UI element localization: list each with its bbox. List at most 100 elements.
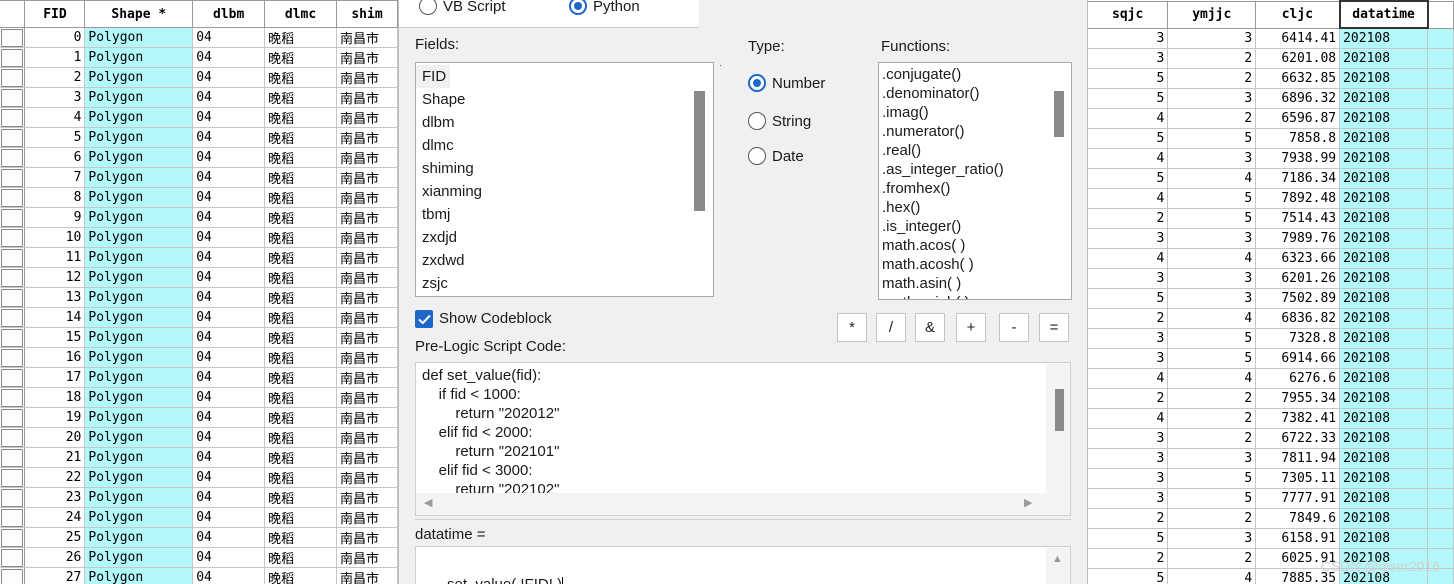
cell-dlbm[interactable]: 04 <box>192 87 266 108</box>
cell-datatime[interactable]: 202108 <box>1339 448 1429 469</box>
table-row[interactable]: 1 Polygon 04 晚稻 南昌市 <box>0 47 398 68</box>
table-row[interactable]: 3 5 7328.8 202108 <box>1088 328 1454 349</box>
cell-dlbm[interactable]: 04 <box>192 567 266 584</box>
row-selector[interactable] <box>0 127 26 148</box>
table-row[interactable]: 17 Polygon 04 晚稻 南昌市 <box>0 367 398 388</box>
scroll-up-arrow-icon[interactable]: ▲ <box>1052 553 1063 565</box>
cell-cljc[interactable]: 7328.8 <box>1255 328 1341 349</box>
row-selector[interactable] <box>0 267 26 288</box>
cell-datatime[interactable]: 202108 <box>1339 348 1429 369</box>
column-header-cljc[interactable]: cljc <box>1255 0 1341 29</box>
table-row[interactable]: 4 4 6276.6 202108 <box>1088 368 1454 389</box>
cell-dlbm[interactable]: 04 <box>192 307 266 328</box>
fields-list[interactable]: FID Shape dlbm dlmc shiming xianming tbmj zxdjd… <box>415 62 714 297</box>
cell-cljc[interactable]: 7938.99 <box>1255 148 1341 169</box>
table-row[interactable]: 3 Polygon 04 晚稻 南昌市 <box>0 87 398 108</box>
cell-ymjjc[interactable]: 5 <box>1167 208 1257 229</box>
prelogic-code-editor[interactable]: def set_value(fid): if fid < 1000: retur… <box>415 362 1071 516</box>
cell-dlmc[interactable]: 晚稻 <box>264 107 338 128</box>
cell-ymjjc[interactable]: 2 <box>1167 428 1257 449</box>
cell-shiming[interactable]: 南昌市 <box>336 367 398 388</box>
row-selector[interactable] <box>0 187 26 208</box>
cell-shape[interactable]: Polygon <box>84 367 194 388</box>
cell-shape[interactable]: Polygon <box>84 427 194 448</box>
function-list-item[interactable]: .denominator() <box>879 84 1071 103</box>
cell-datatime[interactable]: 202108 <box>1339 388 1429 409</box>
code-line[interactable]: elif fid < 3000: <box>416 461 1070 480</box>
cell-shiming[interactable]: 南昌市 <box>336 147 398 168</box>
row-selector[interactable] <box>0 107 26 128</box>
row-selector[interactable] <box>0 507 26 528</box>
table-row[interactable]: 3 5 7777.91 202108 <box>1088 488 1454 509</box>
cell-fid[interactable]: 10 <box>24 227 86 248</box>
cell-shape[interactable]: Polygon <box>84 287 194 308</box>
table-row[interactable]: 4 4 6323.66 202108 <box>1088 248 1454 269</box>
table-row[interactable]: 13 Polygon 04 晚稻 南昌市 <box>0 287 398 308</box>
cell-sqjc[interactable]: 2 <box>1088 388 1169 409</box>
cell-dlmc[interactable]: 晚稻 <box>264 447 338 468</box>
field-list-item[interactable]: shiming <box>416 157 713 180</box>
column-header-fid[interactable]: FID <box>24 0 86 28</box>
cell-cljc[interactable]: 7858.8 <box>1255 128 1341 149</box>
cell-fid[interactable]: 14 <box>24 307 86 328</box>
row-selector[interactable] <box>0 547 26 568</box>
row-selector[interactable] <box>0 47 26 68</box>
cell-dlmc[interactable]: 晚稻 <box>264 327 338 348</box>
row-selector[interactable] <box>0 447 26 468</box>
row-selector[interactable] <box>0 147 26 168</box>
cell-datatime[interactable]: 202108 <box>1339 268 1429 289</box>
cell-datatime[interactable]: 202108 <box>1339 288 1429 309</box>
cell-dlbm[interactable]: 04 <box>192 387 266 408</box>
cell-cljc[interactable]: 6722.33 <box>1255 428 1341 449</box>
table-row[interactable]: 22 Polygon 04 晚稻 南昌市 <box>0 467 398 488</box>
cell-datatime[interactable]: 202108 <box>1339 428 1429 449</box>
cell-sqjc[interactable]: 4 <box>1088 108 1169 129</box>
cell-dlbm[interactable]: 04 <box>192 127 266 148</box>
cell-shape[interactable]: Polygon <box>84 147 194 168</box>
row-selector[interactable] <box>0 527 26 548</box>
cell-datatime[interactable]: 202108 <box>1339 208 1429 229</box>
cell-shape[interactable]: Polygon <box>84 267 194 288</box>
table-row[interactable]: 4 2 7382.41 202108 <box>1088 408 1454 429</box>
cell-datatime[interactable]: 202108 <box>1339 248 1429 269</box>
table-row[interactable]: 3 3 6414.41 202108 <box>1088 28 1454 49</box>
cell-fid[interactable]: 25 <box>24 527 86 548</box>
cell-ymjjc[interactable]: 4 <box>1167 568 1257 584</box>
cell-shape[interactable]: Polygon <box>84 167 194 188</box>
code-line[interactable]: return "202012" <box>416 404 1070 423</box>
functions-scroll-thumb[interactable] <box>1054 91 1064 137</box>
cell-ymjjc[interactable]: 3 <box>1167 228 1257 249</box>
field-list-item[interactable]: tbmj <box>416 203 713 226</box>
expression-vscrollbar[interactable]: ▲ <box>1046 547 1070 584</box>
cell-sqjc[interactable]: 3 <box>1088 28 1169 49</box>
cell-datatime[interactable]: 202108 <box>1339 328 1429 349</box>
cell-dlbm[interactable]: 04 <box>192 107 266 128</box>
cell-fid[interactable]: 18 <box>24 387 86 408</box>
cell-dlmc[interactable]: 晚稻 <box>264 127 338 148</box>
table-row[interactable]: 3 2 6201.08 202108 <box>1088 48 1454 69</box>
cell-ymjjc[interactable]: 2 <box>1167 388 1257 409</box>
cell-dlmc[interactable]: 晚稻 <box>264 167 338 188</box>
row-selector[interactable] <box>0 227 26 248</box>
cell-fid[interactable]: 8 <box>24 187 86 208</box>
cell-ymjjc[interactable]: 2 <box>1167 508 1257 529</box>
cell-dlbm[interactable]: 04 <box>192 547 266 568</box>
cell-sqjc[interactable]: 5 <box>1088 68 1169 89</box>
table-row[interactable]: 9 Polygon 04 晚稻 南昌市 <box>0 207 398 228</box>
functions-scrollbar[interactable] <box>1049 63 1071 299</box>
cell-fid[interactable]: 20 <box>24 427 86 448</box>
cell-cljc[interactable]: 7502.89 <box>1255 288 1341 309</box>
field-list-item[interactable]: xianming <box>416 180 713 203</box>
column-header-shiming[interactable]: shim <box>336 0 398 28</box>
cell-dlmc[interactable]: 晚稻 <box>264 87 338 108</box>
cell-shape[interactable]: Polygon <box>84 487 194 508</box>
table-row[interactable]: 5 5 7858.8 202108 <box>1088 128 1454 149</box>
cell-shape[interactable]: Polygon <box>84 387 194 408</box>
cell-shape[interactable]: Polygon <box>84 87 194 108</box>
table-row[interactable]: 4 2 6596.87 202108 <box>1088 108 1454 129</box>
cell-ymjjc[interactable]: 4 <box>1167 308 1257 329</box>
cell-datatime[interactable]: 202108 <box>1339 408 1429 429</box>
cell-datatime[interactable]: 202108 <box>1339 68 1429 89</box>
cell-sqjc[interactable]: 5 <box>1088 128 1169 149</box>
table-row[interactable]: 0 Polygon 04 晚稻 南昌市 <box>0 27 398 48</box>
